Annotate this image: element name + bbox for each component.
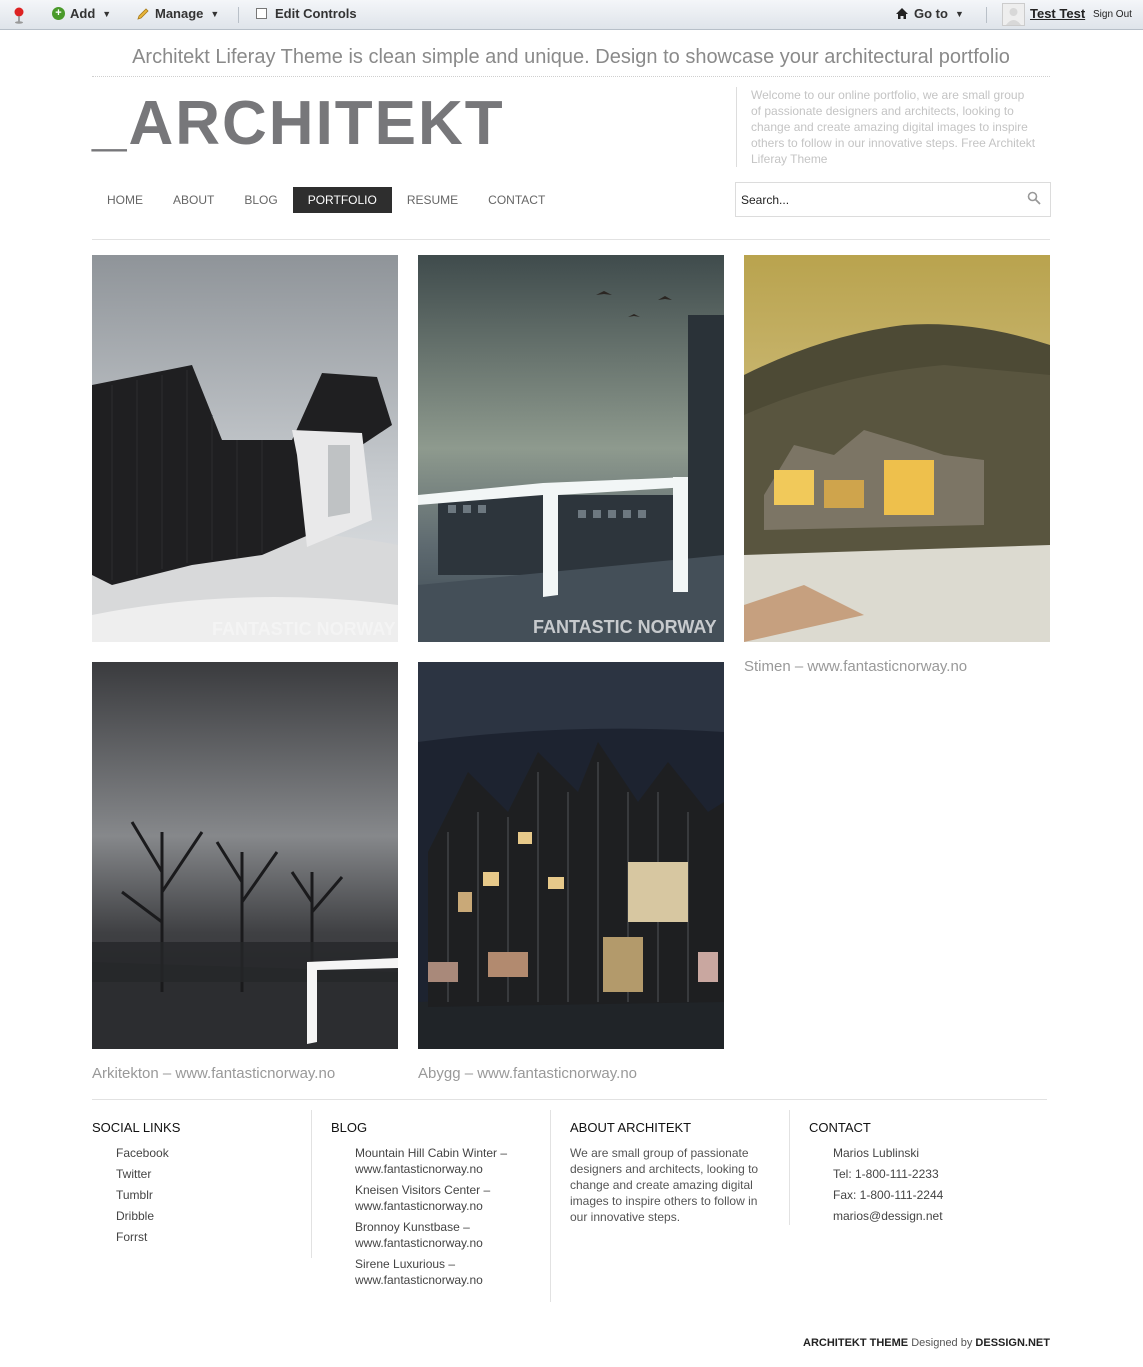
user-name-link[interactable]: Test Test — [1030, 6, 1085, 21]
social-links-list: Facebook Twitter Tumblr Dribble Forrst — [92, 1145, 311, 1245]
site-logo[interactable]: _ARCHITEKT — [92, 88, 505, 159]
contact-item: Fax: 1-800-111-2244 — [833, 1188, 944, 1202]
portfolio-item-abygg[interactable] — [418, 662, 724, 1049]
sign-out-link[interactable]: Sign Out — [1093, 9, 1132, 20]
dockbar-divider — [986, 7, 987, 23]
stimen-image — [744, 255, 1050, 642]
welcome-text: Welcome to our online portfolio, we are … — [736, 87, 1036, 167]
footer-contact: CONTACT Marios Lublinski Tel: 1-800-111-2… — [809, 1110, 1029, 1229]
designed-by-text: Designed by — [911, 1337, 973, 1349]
blog-link[interactable]: Sirene Luxurious – www.fantasticnorway.n… — [355, 1256, 550, 1288]
contact-item: Marios Lublinski — [833, 1146, 920, 1160]
manage-label: Manage — [155, 6, 204, 21]
search-icon[interactable] — [1027, 191, 1041, 205]
search-box — [735, 182, 1051, 217]
nav-divider — [92, 239, 1050, 240]
pencil-icon — [137, 7, 149, 20]
social-link[interactable]: Twitter — [116, 1166, 311, 1182]
home-icon — [896, 8, 908, 19]
abygg-image — [418, 662, 724, 1049]
portfolio-item-stimen[interactable] — [744, 255, 1050, 642]
add-label: Add — [70, 6, 96, 21]
dropdown-arrow-icon: ▼ — [102, 8, 112, 19]
portfolio-item-visitors-center[interactable]: FANTASTIC NORWAY — [418, 255, 724, 642]
search-input[interactable] — [736, 183, 1006, 216]
footer-blog-title: BLOG — [331, 1120, 368, 1135]
checkbox-icon[interactable] — [256, 8, 267, 19]
portfolio-item-arkitekton[interactable] — [92, 662, 398, 1049]
edit-controls-label: Edit Controls — [275, 6, 357, 21]
visitors-center-image: FANTASTIC NORWAY — [418, 255, 724, 642]
footer-divider — [92, 1099, 1047, 1100]
footer-about: ABOUT ARCHITEKT We are small group of pa… — [570, 1110, 790, 1225]
blog-links-list: Mountain Hill Cabin Winter – www.fantast… — [331, 1145, 550, 1288]
cabin-image: FANTASTIC NORWAY — [92, 255, 398, 642]
nav-item-resume[interactable]: RESUME — [392, 187, 473, 213]
goto-menu-button[interactable]: Go to ▼ — [895, 6, 964, 21]
blog-link[interactable]: Bronnoy Kunstbase – www.fantasticnorway.… — [355, 1219, 550, 1251]
portfolio-caption[interactable]: Arkitekton – www.fantasticnorway.no — [92, 1065, 398, 1082]
blog-link[interactable]: Mountain Hill Cabin Winter – www.fantast… — [355, 1145, 550, 1177]
contact-item: marios@dessign.net — [833, 1209, 943, 1223]
user-avatar[interactable] — [1002, 3, 1025, 26]
manage-menu-button[interactable]: Manage ▼ — [136, 6, 219, 21]
footer-blog: BLOG Mountain Hill Cabin Winter – www.fa… — [331, 1110, 551, 1302]
footer-credit: ARCHITEKT THEME Designed by DESSIGN.NET — [803, 1337, 1050, 1349]
footer-contact-title: CONTACT — [809, 1120, 871, 1135]
nav-item-contact[interactable]: CONTACT — [473, 187, 560, 213]
portfolio-caption[interactable]: Stimen – www.fantasticnorway.no — [744, 658, 1050, 675]
theme-name[interactable]: ARCHITEKT THEME — [803, 1337, 908, 1349]
contact-item: Tel: 1-800-111-2233 — [833, 1167, 939, 1181]
portfolio-caption[interactable]: Abygg – www.fantasticnorway.no — [418, 1065, 724, 1082]
arkitekton-image — [92, 662, 398, 1049]
dropdown-arrow-icon: ▼ — [954, 8, 964, 19]
pin-icon[interactable] — [12, 6, 26, 24]
watermark-text: FANTASTIC NORWAY — [533, 617, 717, 637]
social-link[interactable]: Facebook — [116, 1145, 311, 1161]
footer-about-title: ABOUT ARCHITEKT — [570, 1120, 692, 1135]
goto-label: Go to — [914, 6, 948, 21]
contact-list: Marios Lublinski Tel: 1-800-111-2233 Fax: … — [809, 1145, 1029, 1224]
watermark-text: FANTASTIC NORWAY — [212, 619, 396, 639]
add-menu-button[interactable]: + Add ▼ — [52, 6, 111, 21]
blog-link[interactable]: Kneisen Visitors Center – www.fantasticn… — [355, 1182, 550, 1214]
portfolio-item-cabin[interactable]: FANTASTIC NORWAY — [92, 255, 398, 642]
nav-item-about[interactable]: ABOUT — [158, 187, 229, 213]
tagline-divider — [92, 76, 1050, 77]
social-link[interactable]: Dribble — [116, 1208, 311, 1224]
dockbar: + Add ▼ Manage ▼ Edit Controls Go to ▼ T… — [0, 0, 1143, 30]
main-nav: HOME ABOUT BLOG PORTFOLIO RESUME CONTACT — [92, 187, 560, 213]
nav-item-portfolio[interactable]: PORTFOLIO — [292, 187, 392, 213]
footer-about-text: We are small group of passionate designe… — [570, 1146, 759, 1224]
nav-item-blog[interactable]: BLOG — [229, 187, 292, 213]
nav-item-home[interactable]: HOME — [92, 187, 158, 213]
designer-brand-link[interactable]: DESSIGN.NET — [975, 1337, 1050, 1349]
add-icon: + — [52, 7, 65, 20]
footer-social-title: SOCIAL LINKS — [92, 1120, 181, 1135]
dockbar-divider — [238, 7, 239, 23]
user-icon — [1006, 8, 1021, 25]
dropdown-arrow-icon: ▼ — [210, 8, 220, 19]
social-link[interactable]: Tumblr — [116, 1187, 311, 1203]
edit-controls-toggle[interactable]: Edit Controls — [256, 6, 357, 21]
site-tagline: Architekt Liferay Theme is clean simple … — [132, 46, 1010, 68]
footer-social-links: SOCIAL LINKS Facebook Twitter Tumblr Dribbl… — [92, 1110, 312, 1258]
social-link[interactable]: Forrst — [116, 1229, 311, 1245]
